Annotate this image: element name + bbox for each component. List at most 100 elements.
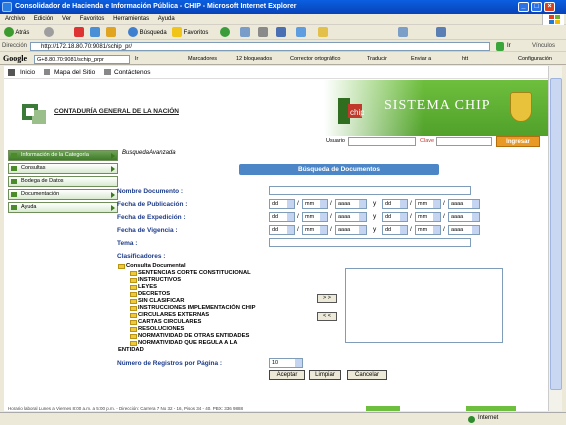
sidebar-item-label: Información de la Categoría xyxy=(21,152,89,158)
toolbar-extra-button-2[interactable] xyxy=(436,27,446,39)
refresh-button[interactable] xyxy=(90,27,100,39)
exp-from-month[interactable]: mm xyxy=(302,212,328,222)
translate-button[interactable]: Traducir xyxy=(367,55,387,64)
exp-to-month[interactable]: mm xyxy=(415,212,441,222)
vig-to-year[interactable]: aaaa xyxy=(448,225,480,235)
login-button[interactable]: Ingresar xyxy=(496,136,540,147)
tree-node[interactable]: CIRCULARES EXTERNAS xyxy=(118,312,298,319)
menu-archivo[interactable]: Archivo xyxy=(5,14,25,25)
tree-node[interactable]: INSTRUCCIONES IMPLEMENTACIÓN CHIP xyxy=(118,305,298,312)
pub-from-month[interactable]: mm xyxy=(302,199,328,209)
ayuda-icon xyxy=(11,205,17,210)
menu-herramientas[interactable]: Herramientas xyxy=(113,14,149,25)
links-button[interactable]: Vínculos xyxy=(532,43,555,49)
pub-to-year[interactable]: aaaa xyxy=(448,199,480,209)
password-input[interactable] xyxy=(436,137,492,146)
nav-contact-link[interactable]: Contáctenos xyxy=(114,69,151,76)
home-button[interactable] xyxy=(106,27,116,39)
edit-button[interactable] xyxy=(276,27,286,39)
spellcheck-button[interactable]: Corrector ortográfico xyxy=(290,55,340,64)
settings-button[interactable]: Configuración xyxy=(518,55,552,64)
search-button[interactable]: Búsqueda xyxy=(128,27,167,39)
scrollbar-thumb[interactable] xyxy=(550,78,562,390)
vertical-scrollbar[interactable] xyxy=(548,66,562,411)
sidebar-item-bodega[interactable]: Bodega de Datos xyxy=(8,176,118,187)
nav-sitemap-link[interactable]: Mapa del Sitio xyxy=(54,69,95,76)
menu-ayuda[interactable]: Ayuda xyxy=(158,14,175,25)
google-logo[interactable]: Google xyxy=(3,54,27,63)
colombia-shield-icon xyxy=(510,92,532,122)
back-button[interactable]: Atrás xyxy=(4,27,29,39)
close-button[interactable]: × xyxy=(544,2,555,12)
site-top-nav: Inicio Mapa del Sitio Contáctenos xyxy=(4,66,548,79)
tree-node[interactable]: INSTRUCTIVOS xyxy=(118,277,298,284)
history-button[interactable] xyxy=(220,27,230,39)
exp-to-year[interactable]: aaaa xyxy=(448,212,480,222)
menu-favoritos[interactable]: Favoritos xyxy=(80,14,105,25)
tree-node[interactable]: LEYES xyxy=(118,284,298,291)
print-button[interactable] xyxy=(258,27,268,39)
vig-to-month[interactable]: mm xyxy=(415,225,441,235)
send-to-button[interactable]: Enviar a xyxy=(411,55,431,64)
bookmarks-button[interactable]: Marcadores xyxy=(188,55,217,64)
menu-ver[interactable]: Ver xyxy=(62,14,71,25)
vig-from-year[interactable]: aaaa xyxy=(335,225,367,235)
nav-home-link[interactable]: Inicio xyxy=(20,69,35,76)
menu-edicion[interactable]: Edición xyxy=(34,14,54,25)
pub-to-month[interactable]: mm xyxy=(415,199,441,209)
toolbar-extra-button[interactable] xyxy=(398,27,408,39)
footer-badge xyxy=(366,406,400,411)
document-name-input[interactable] xyxy=(269,186,471,195)
vig-to-day[interactable]: dd xyxy=(382,225,408,235)
forward-button[interactable] xyxy=(44,27,54,39)
tree-node[interactable]: SENTENCIAS CORTE CONSTITUCIONAL xyxy=(118,270,298,277)
htt-button[interactable]: htt xyxy=(462,55,468,64)
exp-from-year[interactable]: aaaa xyxy=(335,212,367,222)
tree-node[interactable]: RESOLUCIONES xyxy=(118,326,298,333)
folder-icon xyxy=(130,306,137,311)
tree-root[interactable]: Consulta Documental xyxy=(118,263,298,270)
mail-button[interactable] xyxy=(240,27,250,39)
vig-from-month[interactable]: mm xyxy=(302,225,328,235)
maximize-button[interactable]: □ xyxy=(531,2,542,12)
move-right-button[interactable]: > > xyxy=(317,294,337,303)
system-name: SISTEMA CHIP xyxy=(384,98,491,113)
org-name[interactable]: CONTADURÍA GENERAL DE LA NACIÓN xyxy=(54,108,179,115)
move-left-button[interactable]: < < xyxy=(317,312,337,321)
folder-button[interactable] xyxy=(318,27,328,39)
minimize-button[interactable]: _ xyxy=(518,2,529,12)
clear-button[interactable]: Limpiar xyxy=(309,370,341,380)
cancel-button[interactable]: Cancelar xyxy=(347,370,387,380)
go-button[interactable]: Ir xyxy=(507,43,511,49)
sidebar-item-informacion[interactable]: Información de la Categoría xyxy=(8,150,118,161)
vig-from-day[interactable]: dd xyxy=(269,225,295,235)
go-arrow-icon[interactable] xyxy=(496,42,504,51)
folder-icon xyxy=(130,334,137,339)
popup-blocker[interactable]: 12 bloqueados xyxy=(236,55,272,64)
tree-node[interactable]: CARTAS CIRCULARES xyxy=(118,319,298,326)
sidebar-item-documentacion[interactable]: Documentación xyxy=(8,189,118,200)
exp-to-day[interactable]: dd xyxy=(382,212,408,222)
topic-input[interactable] xyxy=(269,238,471,247)
tree-node[interactable]: SIN CLASIFICAR xyxy=(118,298,298,305)
tree-node[interactable]: DECRETOS xyxy=(118,291,298,298)
google-go-button[interactable]: Ir xyxy=(135,55,138,64)
pub-from-day[interactable]: dd xyxy=(269,199,295,209)
tree-node[interactable]: NORMATIVIDAD DE OTRAS ENTIDADES xyxy=(118,333,298,340)
tree-node[interactable]: NORMATIVIDAD QUE REGULA A LA xyxy=(118,340,298,347)
pub-from-year[interactable]: aaaa xyxy=(335,199,367,209)
range-separator: y xyxy=(373,226,377,233)
address-input[interactable]: http://172.18.80.70:9081/schip_pr/ xyxy=(30,42,490,51)
favorites-button[interactable]: Favoritos xyxy=(172,27,208,39)
records-per-page-select[interactable]: 10 xyxy=(269,358,303,368)
sidebar-item-ayuda[interactable]: Ayuda xyxy=(8,202,118,213)
sidebar-item-consultas[interactable]: Consultas xyxy=(8,163,118,174)
stop-button[interactable] xyxy=(74,27,84,39)
selected-classifiers-list[interactable] xyxy=(345,268,503,343)
pub-to-day[interactable]: dd xyxy=(382,199,408,209)
user-input[interactable] xyxy=(348,137,416,146)
accept-button[interactable]: Aceptar xyxy=(269,370,305,380)
google-search-input[interactable]: G+8.80.70:9081/schip_prpr xyxy=(34,55,130,64)
discuss-button[interactable] xyxy=(296,27,306,39)
exp-from-day[interactable]: dd xyxy=(269,212,295,222)
